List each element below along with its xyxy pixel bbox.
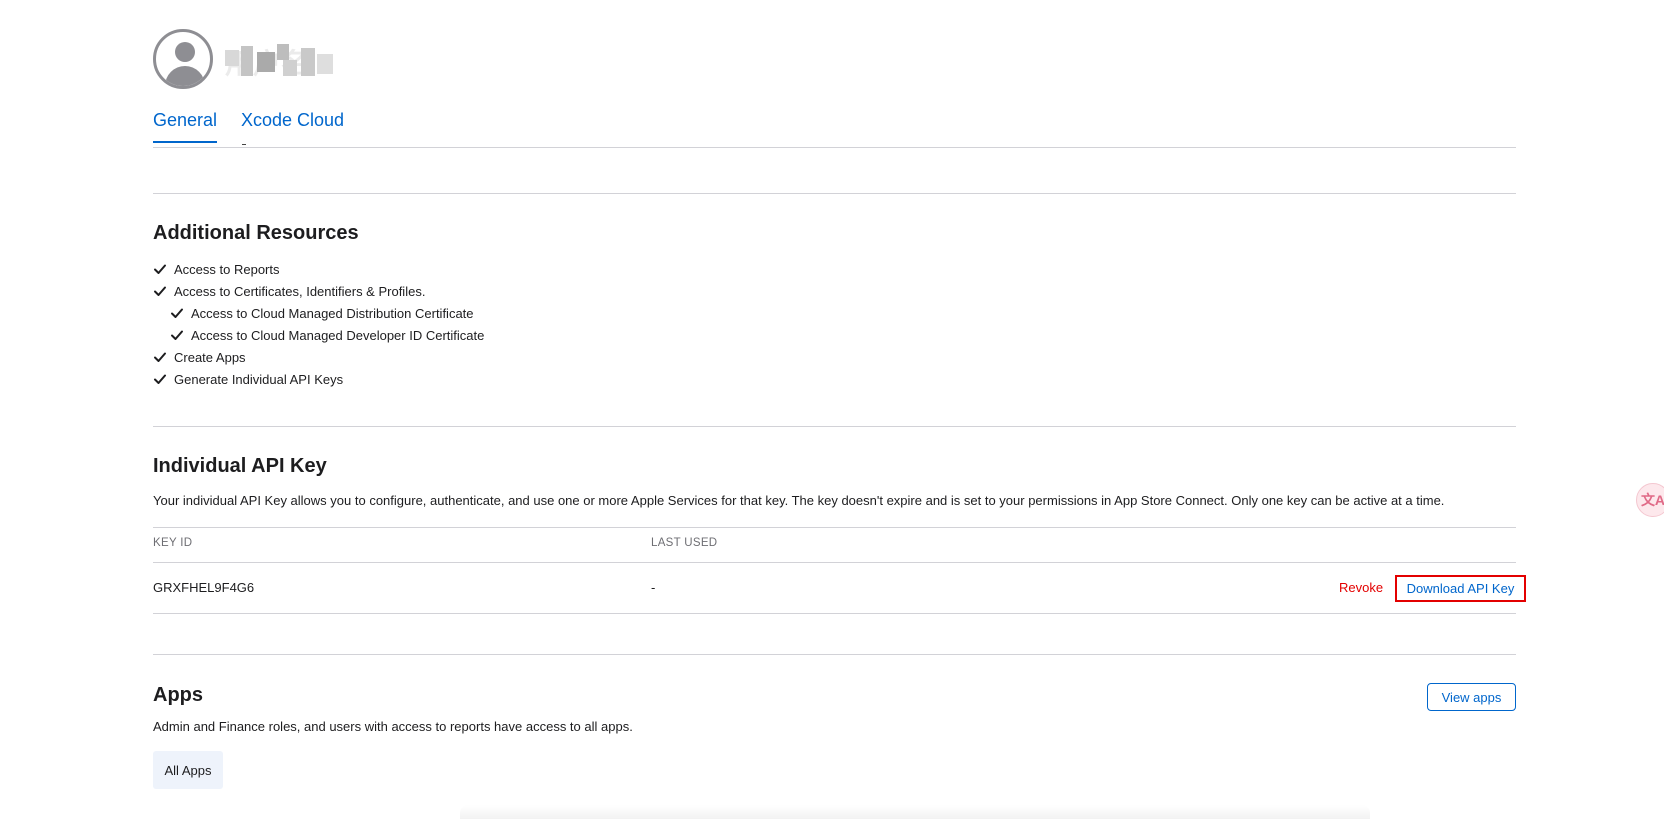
additional-resources-title: Additional Resources bbox=[153, 222, 359, 244]
resource-list-item: Access to Cloud Managed Distribution Cer… bbox=[153, 302, 484, 324]
api-key-title: Individual API Key bbox=[153, 455, 327, 477]
person-circle-icon bbox=[153, 29, 213, 89]
all-apps-chip: All Apps bbox=[153, 751, 223, 789]
column-header-key-id: KEY ID bbox=[153, 537, 193, 549]
resource-label: Access to Certificates, Identifiers & Pr… bbox=[174, 283, 426, 299]
checkmark-icon bbox=[154, 374, 166, 384]
resource-list-item: Access to Certificates, Identifiers & Pr… bbox=[153, 280, 484, 302]
resource-label: Generate Individual API Keys bbox=[174, 371, 344, 387]
resource-list-item: Access to Reports bbox=[153, 258, 484, 280]
table-top-divider bbox=[153, 527, 1516, 528]
download-api-key-link[interactable]: Download API Key bbox=[1395, 575, 1526, 602]
tab-general[interactable]: General bbox=[153, 110, 218, 143]
revoke-link[interactable]: Revoke bbox=[1339, 580, 1383, 595]
view-apps-button[interactable]: View apps bbox=[1427, 683, 1516, 711]
tab-bar: General Xcode Cloud bbox=[153, 100, 1516, 148]
resource-list-item: Create Apps bbox=[153, 346, 484, 368]
section-divider bbox=[153, 654, 1516, 655]
resource-label: Create Apps bbox=[174, 349, 246, 365]
translate-glyph: 文A bbox=[1640, 492, 1664, 508]
bottom-panel-shadow bbox=[460, 805, 1370, 819]
user-name-redacted: 用户名 bbox=[225, 42, 335, 79]
resources-checklist: Access to Reports Access to Certificates,… bbox=[153, 258, 484, 390]
table-bottom-divider bbox=[153, 613, 1516, 614]
column-header-last-used: LAST USED bbox=[651, 537, 718, 549]
resource-list-item: Generate Individual API Keys bbox=[153, 368, 484, 390]
resource-label: Access to Cloud Managed Developer ID Cer… bbox=[191, 327, 485, 343]
table-header-divider bbox=[153, 562, 1516, 563]
checkmark-icon bbox=[154, 264, 166, 274]
tab-xcode-cloud[interactable]: Xcode Cloud bbox=[241, 110, 344, 141]
translate-icon[interactable]: 文A bbox=[1636, 483, 1664, 517]
apps-title: Apps bbox=[153, 684, 203, 706]
section-divider bbox=[153, 426, 1516, 427]
apps-description: Admin and Finance roles, and users with … bbox=[153, 719, 633, 734]
clipped-content-fragment bbox=[242, 141, 246, 145]
resource-label: Access to Reports bbox=[174, 261, 280, 277]
checkmark-icon bbox=[171, 308, 183, 318]
checkmark-icon bbox=[154, 286, 166, 296]
section-divider bbox=[153, 193, 1516, 194]
resource-list-item: Access to Cloud Managed Developer ID Cer… bbox=[153, 324, 484, 346]
checkmark-icon bbox=[154, 352, 166, 362]
key-id-value: GRXFHEL9F4G6 bbox=[153, 580, 255, 595]
api-key-description: Your individual API Key allows you to co… bbox=[153, 493, 1445, 508]
user-header: 用户名 bbox=[153, 28, 335, 90]
resource-label: Access to Cloud Managed Distribution Cer… bbox=[191, 305, 474, 321]
last-used-value: - bbox=[651, 580, 656, 595]
checkmark-icon bbox=[171, 330, 183, 340]
